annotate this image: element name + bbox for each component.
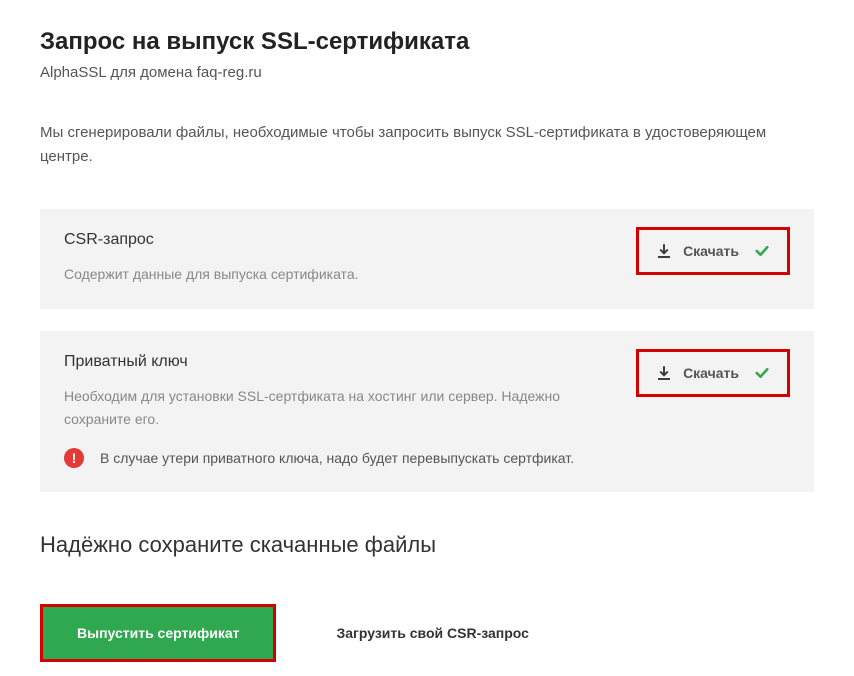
issue-certificate-button[interactable]: Выпустить сертификат [43, 607, 273, 659]
key-download-highlight: Скачать [636, 349, 790, 397]
check-icon [753, 364, 771, 382]
key-card-title: Приватный ключ [64, 353, 616, 371]
upload-csr-link[interactable]: Загрузить свой CSR-запрос [336, 625, 528, 641]
csr-card-desc: Содержит данные для выпуска сертификата. [64, 263, 616, 285]
key-warning-row: ! В случае утери приватного ключа, надо … [64, 448, 790, 468]
actions-row: Выпустить сертификат Загрузить свой CSR-… [40, 604, 814, 662]
intro-text: Мы сгенерировали файлы, необходимые чтоб… [40, 121, 810, 169]
key-download-button[interactable]: Скачать [655, 364, 739, 382]
csr-download-highlight: Скачать [636, 227, 790, 275]
csr-card-title: CSR-запрос [64, 231, 616, 249]
key-warning-text: В случае утери приватного ключа, надо бу… [100, 450, 574, 466]
warning-icon: ! [64, 448, 84, 468]
page-subtitle: AlphaSSL для домена faq-reg.ru [40, 64, 814, 81]
private-key-card: Приватный ключ Необходим для установки S… [40, 331, 814, 492]
download-icon [655, 364, 673, 382]
save-files-heading: Надёжно сохраните скачанные файлы [40, 532, 814, 558]
check-icon [753, 242, 771, 260]
csr-download-label: Скачать [683, 243, 739, 259]
csr-download-button[interactable]: Скачать [655, 242, 739, 260]
key-download-label: Скачать [683, 365, 739, 381]
csr-card: CSR-запрос Содержит данные для выпуска с… [40, 209, 814, 309]
key-card-desc: Необходим для установки SSL-сертфиката н… [64, 385, 616, 430]
page-title: Запрос на выпуск SSL-сертификата [40, 28, 814, 56]
issue-button-highlight: Выпустить сертификат [40, 604, 276, 662]
download-icon [655, 242, 673, 260]
